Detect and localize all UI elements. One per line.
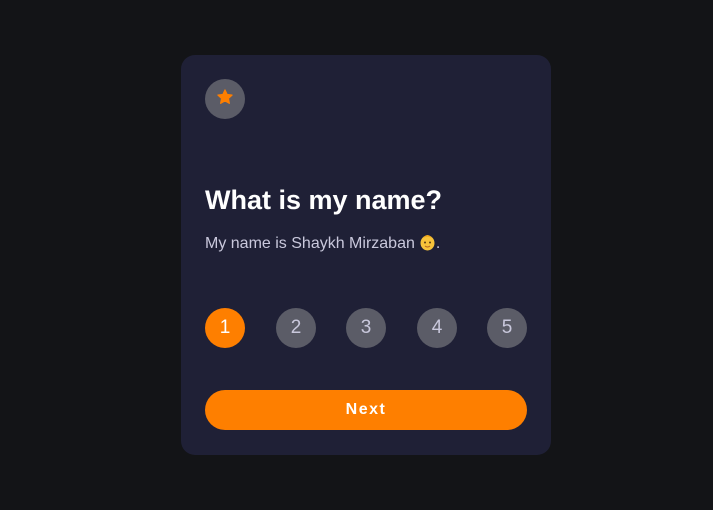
question-title: What is my name? — [205, 185, 443, 215]
next-button[interactable]: Next — [205, 390, 527, 430]
question-description: My name is Shaykh Mirzaban . — [205, 233, 440, 258]
description-text: My name is Shaykh Mirzaban — [205, 235, 415, 252]
question-card: What is my name? My name is Shaykh Mirza… — [181, 55, 551, 455]
star-badge — [205, 79, 245, 119]
step-4[interactable]: 4 — [417, 308, 457, 348]
step-5[interactable]: 5 — [487, 308, 527, 348]
star-icon — [216, 88, 234, 111]
step-2[interactable]: 2 — [276, 308, 316, 348]
baby-emoji-icon — [419, 233, 436, 258]
step-3[interactable]: 3 — [346, 308, 386, 348]
description-end: . — [435, 235, 441, 252]
step-selector: 1 2 3 4 5 — [205, 308, 527, 348]
step-1[interactable]: 1 — [205, 308, 245, 348]
